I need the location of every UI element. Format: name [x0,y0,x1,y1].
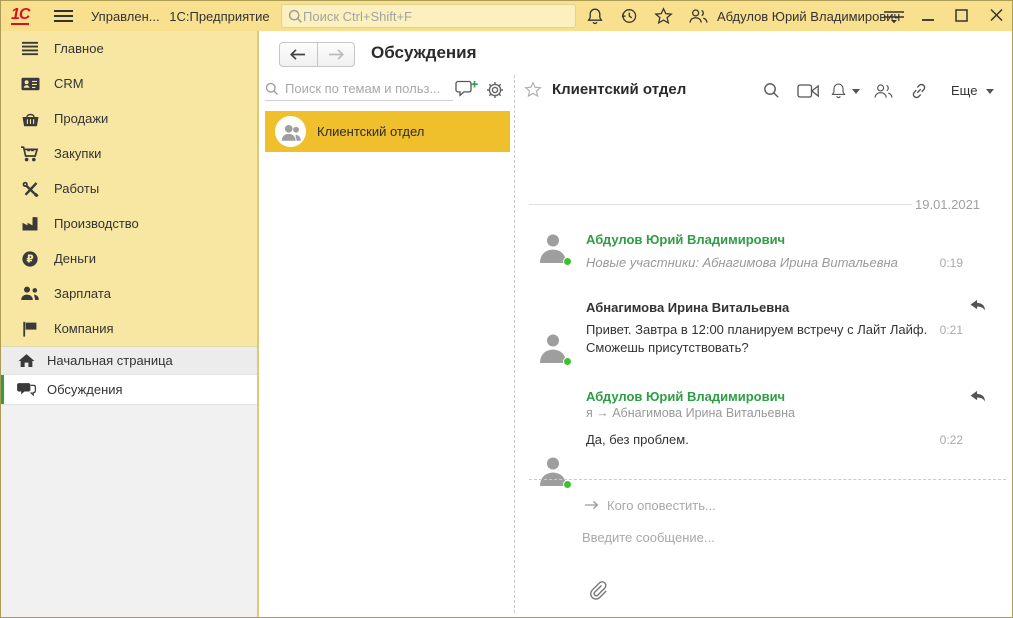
notifications-bell-icon[interactable] [586,7,604,25]
composer-separator [529,479,1006,480]
online-indicator [563,357,572,366]
online-indicator [563,257,572,266]
forward-button[interactable] [318,43,355,66]
discussion-list-item[interactable]: Клиентский отдел [265,111,510,152]
sidebar-item-zarplata[interactable]: Зарплата [1,276,257,311]
users-icon[interactable] [688,8,709,24]
close-button[interactable] [989,7,1004,27]
chevron-down-icon[interactable] [852,89,860,94]
reply-icon[interactable] [969,299,987,312]
search-icon [265,82,279,96]
current-user-name[interactable]: Абдулов Юрий Владимирович [717,9,900,24]
date-separator: 19.01.2021 [915,197,980,212]
purchases-cart-icon [18,146,42,162]
back-button[interactable] [280,43,318,66]
sidebar-item-dengi[interactable]: ₽ Деньги [1,241,257,276]
page-title: Обсуждения [371,43,477,63]
window-title: Управлен... [91,9,160,24]
favorites-star-icon[interactable] [654,7,673,25]
date-separator-line [529,204,912,205]
global-search[interactable] [281,4,576,28]
service-menu-icon[interactable] [883,9,905,24]
avatar [537,232,570,265]
sidebar-item-raboty[interactable]: Работы [1,171,257,206]
sidebar-item-discussions[interactable]: Обсуждения [1,375,257,405]
history-nav [279,42,355,67]
settings-gear-icon[interactable] [486,81,504,99]
salary-people-icon [18,286,42,301]
menu-lines-icon [18,41,42,56]
more-menu[interactable]: Еще [951,83,977,98]
group-avatar [275,116,306,147]
history-icon[interactable] [620,7,638,25]
more-chevron-down-icon[interactable] [986,89,994,94]
active-indicator [1,375,4,404]
crm-icon [18,77,42,91]
money-ruble-icon: ₽ [18,251,42,267]
chat-notifications-icon[interactable] [830,82,847,99]
chat-search-icon[interactable] [763,82,780,99]
sidebar-item-crm[interactable]: CRM [1,66,257,101]
message-time: 0:19 [921,256,963,270]
global-search-input[interactable] [303,9,569,24]
chat-bubbles-icon [15,382,37,397]
chat-title: Клиентский отдел [552,81,686,98]
maximize-button[interactable] [955,9,968,26]
sidebar-divider [257,31,259,618]
main-menu-icon[interactable] [53,9,74,23]
sidebar-item-glavnoe[interactable]: Главное [1,31,257,66]
message-input[interactable] [582,530,912,545]
message-author[interactable]: Абдулов Юрий Владимирович [586,389,785,404]
message-time: 0:21 [921,323,963,337]
notify-arrow-icon [584,500,599,510]
svg-text:₽: ₽ [26,253,33,265]
reply-icon[interactable] [969,390,987,403]
video-call-icon[interactable] [797,84,820,98]
discussion-title: Клиентский отдел [317,124,424,139]
message-body: Привет. Завтра в 12:00 планируем встречу… [586,321,954,357]
message-author[interactable]: Абнагимова Ирина Витальевна [586,300,789,315]
message-body: Да, без проблем. [586,431,689,449]
sales-basket-icon [18,111,42,127]
sidebar-item-zakupki[interactable]: Закупки [1,136,257,171]
link-icon[interactable] [910,82,928,100]
discussions-search[interactable] [265,77,453,101]
minimize-button[interactable] [921,7,935,27]
favorite-star-icon[interactable] [524,81,542,98]
search-icon [288,9,303,24]
attach-paperclip-icon[interactable] [586,579,609,602]
works-tools-icon [18,181,42,197]
message-time: 0:22 [921,433,963,447]
1c-logo: 1С [11,6,29,25]
participants-icon[interactable] [873,83,894,99]
online-indicator [563,480,572,489]
message-input-wrap [582,529,912,547]
company-flag-icon [18,321,42,337]
avatar [537,455,570,488]
titlebar: 1С Управлен... 1С:Предприятие Абдулов Юр… [1,1,1012,31]
sidebar-item-kompaniya[interactable]: Компания [1,311,257,346]
notify-field[interactable]: Кого оповестить... [607,498,716,513]
home-icon [15,353,37,368]
production-factory-icon [18,216,42,231]
message-recipient: я → Абнагимова Ирина Витальевна [586,406,795,420]
sidebar-item-prodazhi[interactable]: Продажи [1,101,257,136]
new-discussion-icon[interactable] [455,80,479,99]
sidebar-item-proizvodstvo[interactable]: Производство [1,206,257,241]
message-author[interactable]: Абдулов Юрий Владимирович [586,232,785,247]
discussions-search-input[interactable] [285,81,453,96]
sidebar-item-home[interactable]: Начальная страница [1,346,257,375]
app-window: 1С Управлен... 1С:Предприятие Абдулов Юр… [0,0,1013,618]
sidebar-bottom: Начальная страница Обсуждения [1,346,257,618]
panel-divider [514,75,515,613]
app-title: 1С:Предприятие [169,9,269,24]
avatar [537,332,570,365]
message-body: Новые участники: Абнагимова Ирина Виталь… [586,254,898,272]
